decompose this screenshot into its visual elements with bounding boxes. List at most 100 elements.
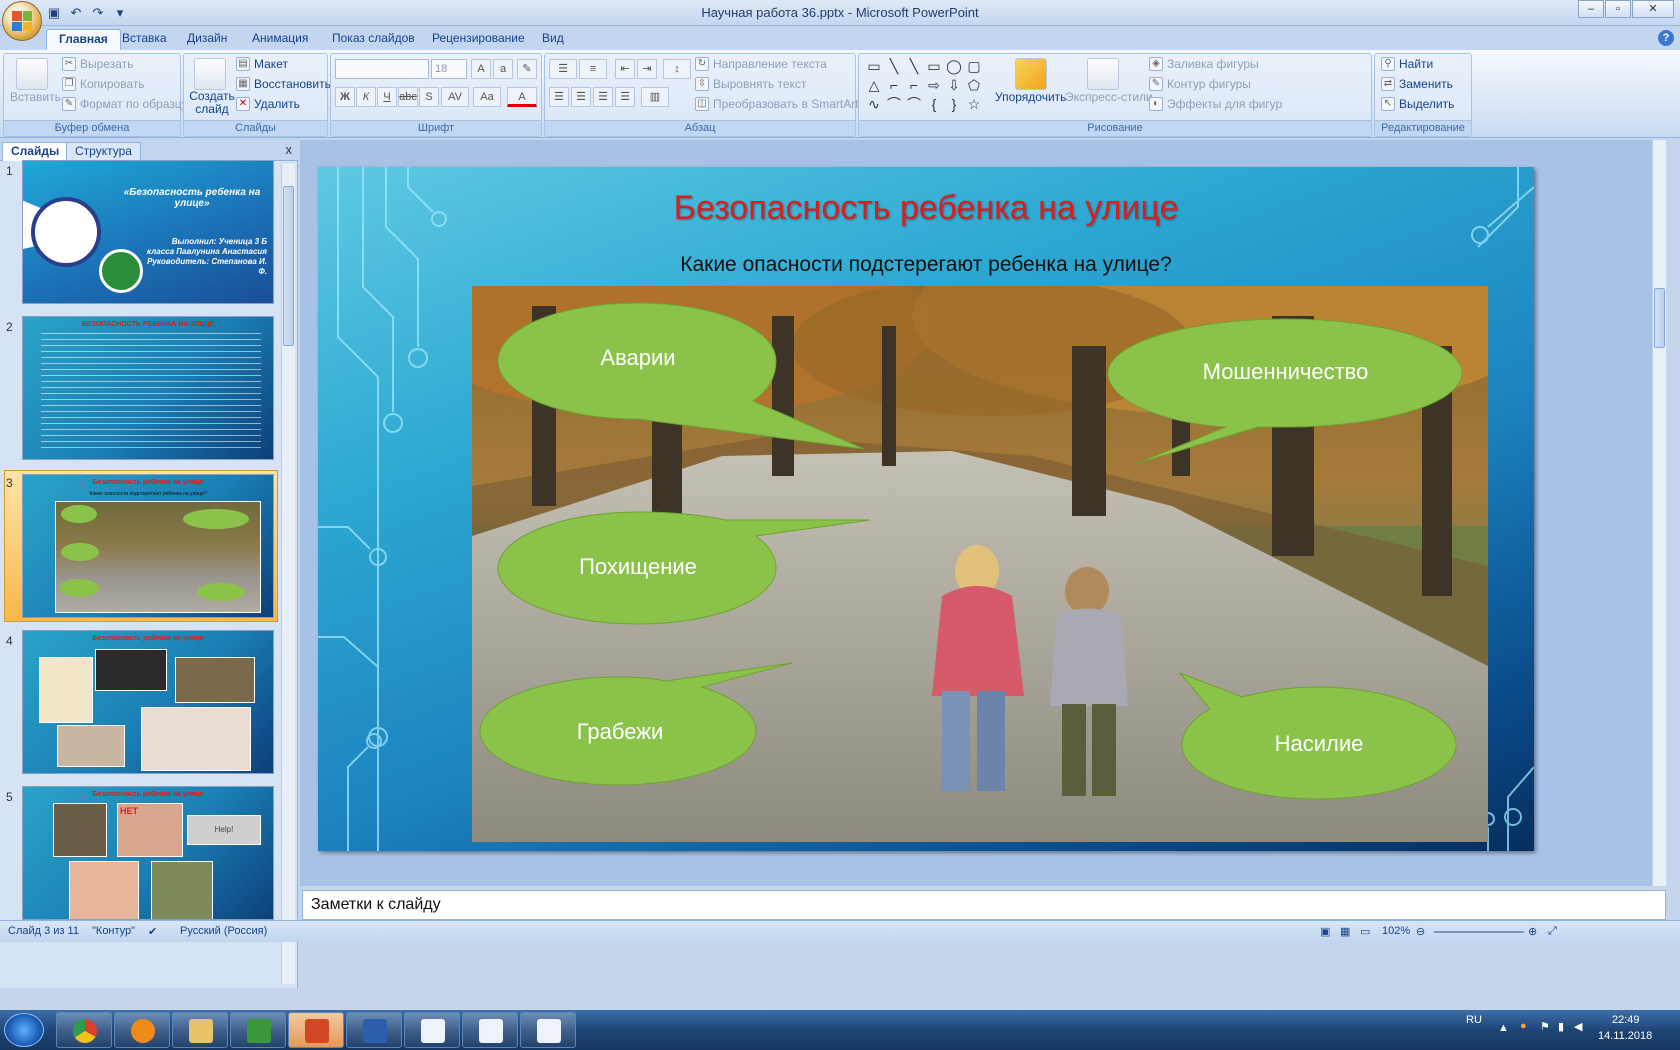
slide-subtitle[interactable]: Какие опасности подстерегают ребенка на … [318, 253, 1534, 277]
explorer-taskbar-icon[interactable] [172, 1012, 228, 1048]
notes-area[interactable]: Заметки к слайду [302, 890, 1666, 920]
decrease-indent-icon[interactable]: ⇤ [615, 59, 635, 79]
brace-left-shape-icon[interactable]: { [925, 95, 943, 113]
arc2-shape-icon[interactable]: ⌒ [905, 95, 923, 113]
document-taskbar-icon[interactable] [520, 1012, 576, 1048]
office-button[interactable] [2, 1, 42, 41]
select-button[interactable]: ↖ Выделить [1381, 97, 1454, 111]
editor-scrollbar[interactable] [1652, 140, 1666, 886]
callout-accidents[interactable]: Аварии [497, 302, 865, 453]
arc-shape-icon[interactable]: ⌒ [885, 95, 903, 113]
zoom-level[interactable]: 102% [1382, 925, 1410, 937]
slide-thumb-2[interactable]: БЕЗОПАСНОСТЬ РЕБЕНКА НА УЛИЦЕ [22, 316, 274, 460]
font-size-combo[interactable]: 18 [431, 59, 467, 79]
start-button[interactable] [4, 1013, 44, 1047]
tab-animation[interactable]: Анимация [240, 29, 320, 50]
align-left-icon[interactable]: ☰ [549, 87, 569, 107]
slide-title[interactable]: Безопасность ребенка на улице [318, 189, 1534, 228]
fit-window-icon[interactable]: ⤢ [1548, 925, 1557, 938]
copy-button[interactable]: ❐ Копировать [62, 77, 145, 91]
triangle-shape-icon[interactable]: △ [865, 76, 883, 94]
align-text-button[interactable]: ⇳ Выровнять текст [695, 77, 806, 91]
powerpoint-taskbar-icon[interactable] [288, 1012, 344, 1048]
word-taskbar-icon[interactable] [346, 1012, 402, 1048]
line-shape-icon[interactable]: ╲ [885, 57, 903, 75]
underline-icon[interactable]: Ч [377, 87, 397, 107]
arrange-button[interactable]: Упорядочить [995, 90, 1066, 104]
volume-icon[interactable]: ◀ [1574, 1020, 1582, 1033]
paste-button[interactable]: Вставить [10, 90, 61, 104]
clock-date[interactable]: 14.11.2018 [1598, 1030, 1652, 1042]
grow-font-icon[interactable]: A [471, 59, 491, 79]
pentagon-shape-icon[interactable]: ⬠ [965, 76, 983, 94]
help-icon[interactable]: ? [1658, 30, 1674, 46]
tab-design[interactable]: Дизайн [175, 29, 239, 50]
smartart-button[interactable]: ◫ Преобразовать в SmartArt [695, 97, 859, 111]
zoom-in-icon[interactable]: ⊕ [1528, 925, 1537, 938]
shape-fill-button[interactable]: ◈ Заливка фигуры [1149, 57, 1259, 71]
slide-thumb-5[interactable]: Безопасность ребенка на улице НЕТ Help! [22, 786, 274, 920]
zoom-out-icon[interactable]: ⊖ [1416, 925, 1425, 938]
slide-thumb-4[interactable]: Безопасность ребенка на улице [22, 630, 274, 774]
line2-shape-icon[interactable]: ╲ [905, 57, 923, 75]
clear-format-icon[interactable]: ✎ [517, 59, 537, 79]
minimize-button[interactable]: – [1578, 0, 1604, 18]
callout-kidnapping[interactable]: Похищение [497, 511, 871, 632]
arrow-down-shape-icon[interactable]: ⇩ [945, 76, 963, 94]
align-right-icon[interactable]: ☰ [593, 87, 613, 107]
tab-insert[interactable]: Вставка [110, 29, 179, 50]
columns-icon[interactable]: ▥ [641, 87, 669, 107]
network-icon[interactable]: ▮ [1558, 1020, 1564, 1033]
font-color-icon[interactable]: A [507, 87, 537, 107]
wifi-app-taskbar-icon[interactable] [230, 1012, 286, 1048]
brace-right-shape-icon[interactable]: } [945, 95, 963, 113]
cut-button[interactable]: ✂ Вырезать [62, 57, 133, 71]
delete-slide-button[interactable]: ✕ Удалить [236, 97, 300, 111]
panel-scrollbar[interactable] [281, 164, 295, 984]
numbering-icon[interactable]: ≡ [579, 59, 607, 79]
shadow-icon[interactable]: S [419, 87, 439, 107]
panel-scroll-thumb[interactable] [283, 186, 294, 346]
tab-view[interactable]: Вид [530, 29, 576, 50]
new-slide-button[interactable]: Создать слайд [188, 90, 236, 116]
callout-violence[interactable]: Насилие [1178, 671, 1458, 800]
current-slide[interactable]: Безопасность ребенка на улице Какие опас… [318, 167, 1534, 851]
document-taskbar-icon[interactable] [404, 1012, 460, 1048]
callout-fraud[interactable]: Мошенничество [1107, 318, 1463, 469]
justify-icon[interactable]: ☰ [615, 87, 635, 107]
rounded-rect-shape-icon[interactable]: ▢ [965, 57, 983, 75]
flag-icon[interactable]: ⚑ [1540, 1020, 1550, 1033]
language-status[interactable]: Русский (Россия) [180, 925, 267, 937]
textbox-shape-icon[interactable]: ▭ [865, 57, 883, 75]
bullets-icon[interactable]: ☰ [549, 59, 577, 79]
format-painter-button[interactable]: ✎ Формат по образцу [62, 97, 188, 111]
tab-review[interactable]: Рецензирование [420, 29, 537, 50]
close-button[interactable]: ✕ [1632, 0, 1674, 18]
elbow-shape-icon[interactable]: ⌐ [885, 76, 903, 94]
text-direction-button[interactable]: ↻ Направление текста [695, 57, 827, 71]
sorter-view-icon[interactable]: ▦ [1340, 925, 1350, 938]
tab-outline[interactable]: Структура [66, 142, 141, 161]
panel-close-icon[interactable]: x [286, 142, 293, 157]
document-taskbar-icon[interactable] [462, 1012, 518, 1048]
settings-taskbar-icon[interactable] [114, 1012, 170, 1048]
slideshow-view-icon[interactable]: ▭ [1360, 925, 1370, 938]
shape-outline-button[interactable]: ✎ Контур фигуры [1149, 77, 1251, 91]
shape-effects-button[interactable]: ◐ Эффекты для фигур [1149, 97, 1282, 111]
tab-slides[interactable]: Слайды [2, 142, 69, 161]
arrow-right-shape-icon[interactable]: ⇨ [925, 76, 943, 94]
slide-thumb-3[interactable]: Безопасность ребенка на улице Какие опас… [22, 474, 274, 618]
bold-icon[interactable]: Ж [335, 87, 355, 107]
star-shape-icon[interactable]: ☆ [965, 95, 983, 113]
replace-button[interactable]: ⇄ Заменить [1381, 77, 1453, 91]
slide-thumb-1[interactable]: «Безопасность ребенка на улице» Выполнил… [22, 160, 274, 304]
quick-styles-button[interactable]: Экспресс-стили [1065, 90, 1153, 104]
maximize-button[interactable]: ▫ [1605, 0, 1631, 18]
oval-shape-icon[interactable]: ◯ [945, 57, 963, 75]
font-name-combo[interactable] [335, 59, 429, 79]
reset-button[interactable]: ▦ Восстановить [236, 77, 331, 91]
editor-scroll-thumb[interactable] [1654, 288, 1665, 348]
elbow2-shape-icon[interactable]: ⌐ [905, 76, 923, 94]
case-icon[interactable]: Aa [473, 87, 501, 107]
spellcheck-icon[interactable]: ✔ [148, 925, 157, 938]
